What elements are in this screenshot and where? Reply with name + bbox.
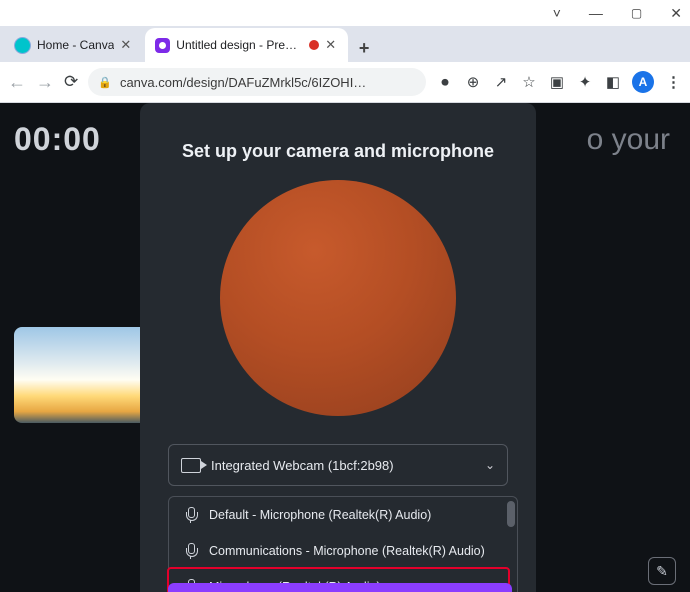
window-close-button[interactable]: ✕ bbox=[670, 5, 682, 22]
tab-title: Untitled design - Presen bbox=[176, 38, 301, 52]
share-icon[interactable]: ↗ bbox=[492, 73, 510, 91]
address-bar[interactable]: 🔒 canva.com/design/DAFuZMrkl5c/6IZOHI… bbox=[88, 68, 426, 96]
camera-icon bbox=[181, 458, 201, 473]
back-button[interactable]: ← bbox=[8, 72, 26, 93]
sidepanel-icon[interactable]: ◧ bbox=[604, 73, 622, 91]
extension-icon[interactable]: ▣ bbox=[548, 73, 566, 91]
forward-button[interactable]: → bbox=[36, 72, 54, 93]
browser-tab-strip: Home - Canva ✕ Untitled design - Presen … bbox=[0, 26, 690, 62]
edit-notes-button[interactable]: ✎ bbox=[648, 557, 676, 585]
presentation-favicon-icon bbox=[155, 38, 170, 53]
camera-select[interactable]: Integrated Webcam (1bcf:2b98) ⌄ bbox=[168, 444, 508, 486]
camera-permission-icon[interactable]: ⏺ bbox=[436, 74, 454, 91]
app-viewport: 00:00 o your ✎ Set up your camera and mi… bbox=[0, 103, 690, 592]
tab-title: Home - Canva bbox=[37, 38, 114, 52]
background-slide-text: o your bbox=[587, 123, 670, 157]
slide-thumbnail[interactable] bbox=[14, 327, 156, 423]
recording-timer: 00:00 bbox=[14, 121, 101, 158]
window-maximize-button[interactable]: ▢ bbox=[631, 6, 642, 20]
mic-option-communications[interactable]: Communications - Microphone (Realtek(R) … bbox=[169, 533, 517, 569]
mic-option-label: Communications - Microphone (Realtek(R) … bbox=[209, 544, 485, 558]
chevron-down-icon: ⌄ bbox=[485, 458, 495, 472]
profile-avatar[interactable]: A bbox=[632, 71, 654, 93]
browser-menu-button[interactable]: ⋮ bbox=[664, 73, 682, 91]
window-dropdown-icon[interactable]: ˅ bbox=[553, 5, 561, 21]
modal-title: Set up your camera and microphone bbox=[140, 141, 536, 162]
url-text: canva.com/design/DAFuZMrkl5c/6IZOHI… bbox=[120, 75, 366, 90]
mic-option-default[interactable]: Default - Microphone (Realtek(R) Audio) bbox=[169, 497, 517, 533]
window-titlebar: ˅ — ▢ ✕ bbox=[0, 0, 690, 26]
window-minimize-button[interactable]: — bbox=[589, 5, 603, 21]
tab-close-button[interactable]: ✕ bbox=[120, 37, 131, 53]
zoom-icon[interactable]: ⊕ bbox=[464, 73, 482, 91]
mic-option-label: Default - Microphone (Realtek(R) Audio) bbox=[209, 508, 431, 522]
canva-favicon-icon bbox=[14, 37, 31, 54]
browser-toolbar: ← → ⟳ 🔒 canva.com/design/DAFuZMrkl5c/6IZ… bbox=[0, 62, 690, 103]
camera-mic-setup-modal: Set up your camera and microphone Integr… bbox=[140, 103, 536, 592]
bookmark-star-icon[interactable]: ☆ bbox=[520, 73, 538, 91]
recording-indicator-icon bbox=[309, 40, 319, 50]
microphone-icon bbox=[183, 507, 199, 523]
reload-button[interactable]: ⟳ bbox=[64, 72, 78, 92]
extensions-puzzle-icon[interactable]: ✦ bbox=[576, 73, 594, 91]
camera-select-label: Integrated Webcam (1bcf:2b98) bbox=[211, 458, 394, 473]
browser-tab-untitled-design[interactable]: Untitled design - Presen ✕ bbox=[145, 28, 348, 62]
browser-tab-home-canva[interactable]: Home - Canva ✕ bbox=[4, 28, 143, 62]
lock-icon: 🔒 bbox=[98, 76, 112, 89]
tab-close-button[interactable]: ✕ bbox=[325, 37, 336, 53]
microphone-icon bbox=[183, 543, 199, 559]
microphone-dropdown: Default - Microphone (Realtek(R) Audio) … bbox=[168, 496, 518, 592]
camera-preview bbox=[220, 180, 456, 416]
modal-footer-bar bbox=[168, 583, 512, 592]
new-tab-button[interactable]: + bbox=[350, 34, 378, 62]
